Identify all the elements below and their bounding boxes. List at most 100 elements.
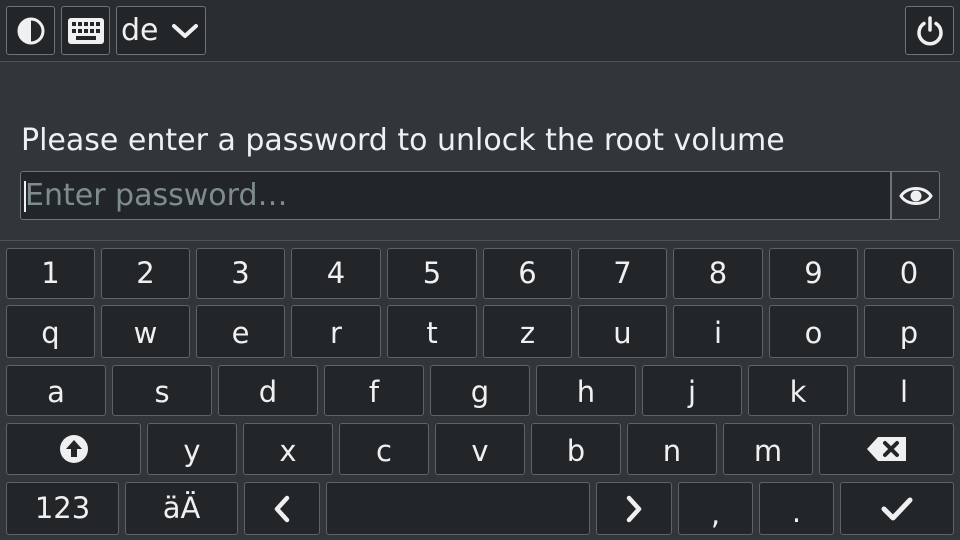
key-label: 7: [613, 256, 632, 290]
enter-key[interactable]: [840, 482, 954, 535]
period-key[interactable]: .: [759, 482, 834, 535]
key-o[interactable]: o: [769, 305, 858, 358]
umlaut-key[interactable]: äÄ: [125, 482, 238, 535]
key-label: c: [376, 433, 392, 468]
key-label: v: [471, 433, 489, 468]
key-2[interactable]: 2: [101, 248, 190, 299]
key-t[interactable]: t: [387, 305, 477, 358]
key-label: u: [613, 316, 632, 350]
key-u[interactable]: u: [578, 305, 667, 358]
password-input[interactable]: [21, 172, 890, 219]
key-w[interactable]: w: [101, 305, 190, 358]
cursor-left-key[interactable]: [244, 482, 320, 535]
key-label: z: [519, 316, 536, 350]
key-label: t: [426, 316, 438, 350]
chevron-down-icon: [172, 23, 198, 38]
key-k[interactable]: k: [748, 365, 848, 416]
eye-icon: [898, 186, 933, 205]
symbols-key[interactable]: 123: [6, 482, 119, 535]
keyboard-layout-select[interactable]: de: [116, 6, 206, 55]
key-label: m: [753, 433, 783, 468]
key-a[interactable]: a: [6, 365, 106, 416]
checkmark-icon: [881, 497, 913, 520]
key-label: 8: [708, 256, 728, 290]
key-4[interactable]: 4: [291, 248, 381, 299]
key-label: l: [899, 375, 909, 409]
key-label: x: [279, 433, 297, 468]
key-f[interactable]: f: [324, 365, 424, 416]
contrast-icon: [17, 17, 44, 44]
contrast-toggle-button[interactable]: [6, 6, 55, 55]
password-field[interactable]: [20, 171, 891, 220]
key-j[interactable]: j: [642, 365, 742, 416]
key-label: o: [804, 316, 823, 350]
key-label: k: [789, 375, 807, 409]
virtual-keyboard-toggle-button[interactable]: [61, 6, 110, 55]
chevron-right-icon: [626, 495, 642, 522]
key-label: e: [231, 316, 250, 350]
key-label: r: [330, 316, 342, 350]
key-g[interactable]: g: [430, 365, 530, 416]
key-h[interactable]: h: [536, 365, 636, 416]
key-i[interactable]: i: [673, 305, 763, 358]
key-7[interactable]: 7: [578, 248, 667, 299]
backspace-key[interactable]: [819, 423, 954, 475]
key-label: w: [133, 316, 158, 350]
key-q[interactable]: q: [6, 305, 95, 358]
key-e[interactable]: e: [196, 305, 285, 358]
key-3[interactable]: 3: [196, 248, 285, 299]
key-label: n: [662, 433, 682, 468]
space-key[interactable]: [326, 482, 590, 535]
shift-arrow-icon: [59, 435, 88, 463]
key-z[interactable]: z: [483, 305, 572, 358]
key-n[interactable]: n: [627, 423, 717, 475]
key-label: b: [566, 433, 586, 468]
key-8[interactable]: 8: [673, 248, 763, 299]
cursor-right-key[interactable]: [596, 482, 672, 535]
key-label: .: [791, 495, 802, 529]
key-0[interactable]: 0: [864, 248, 954, 299]
key-label: 123: [34, 491, 91, 525]
key-label: 1: [41, 256, 60, 290]
key-c[interactable]: c: [339, 423, 429, 475]
top-toolbar: de: [0, 0, 960, 62]
key-6[interactable]: 6: [483, 248, 572, 299]
shift-key[interactable]: [6, 423, 141, 475]
key-label: 3: [231, 256, 250, 290]
key-m[interactable]: m: [723, 423, 813, 475]
key-label: äÄ: [162, 491, 201, 525]
power-button[interactable]: [905, 6, 954, 55]
power-icon: [916, 15, 943, 45]
key-label: f: [368, 375, 380, 409]
key-label: s: [154, 375, 170, 409]
key-5[interactable]: 5: [387, 248, 477, 299]
key-label: ,: [710, 497, 721, 531]
unlock-prompt-text: Please enter a password to unlock the ro…: [21, 123, 785, 158]
keyboard-icon: [67, 17, 104, 44]
key-b[interactable]: b: [531, 423, 621, 475]
on-screen-keyboard: 1 2 3 4 5 6 7 8 9 0 q w e r t z u i o p …: [0, 240, 960, 540]
key-v[interactable]: v: [435, 423, 525, 475]
key-l[interactable]: l: [854, 365, 954, 416]
comma-key[interactable]: ,: [678, 482, 753, 535]
key-label: p: [899, 316, 919, 350]
key-x[interactable]: x: [243, 423, 333, 475]
key-label: q: [41, 316, 60, 350]
text-caret: [24, 181, 26, 212]
chevron-left-icon: [274, 495, 290, 522]
backspace-icon: [866, 437, 906, 461]
key-label: 0: [899, 256, 919, 290]
key-s[interactable]: s: [112, 365, 212, 416]
key-r[interactable]: r: [291, 305, 381, 358]
key-d[interactable]: d: [218, 365, 318, 416]
key-y[interactable]: y: [147, 423, 237, 475]
show-password-button[interactable]: [891, 171, 940, 220]
key-label: 2: [136, 256, 155, 290]
key-label: 9: [804, 256, 823, 290]
key-label: 4: [326, 256, 346, 290]
key-label: d: [258, 375, 278, 409]
key-1[interactable]: 1: [6, 248, 95, 299]
key-p[interactable]: p: [864, 305, 954, 358]
key-label: 6: [518, 256, 537, 290]
key-9[interactable]: 9: [769, 248, 858, 299]
